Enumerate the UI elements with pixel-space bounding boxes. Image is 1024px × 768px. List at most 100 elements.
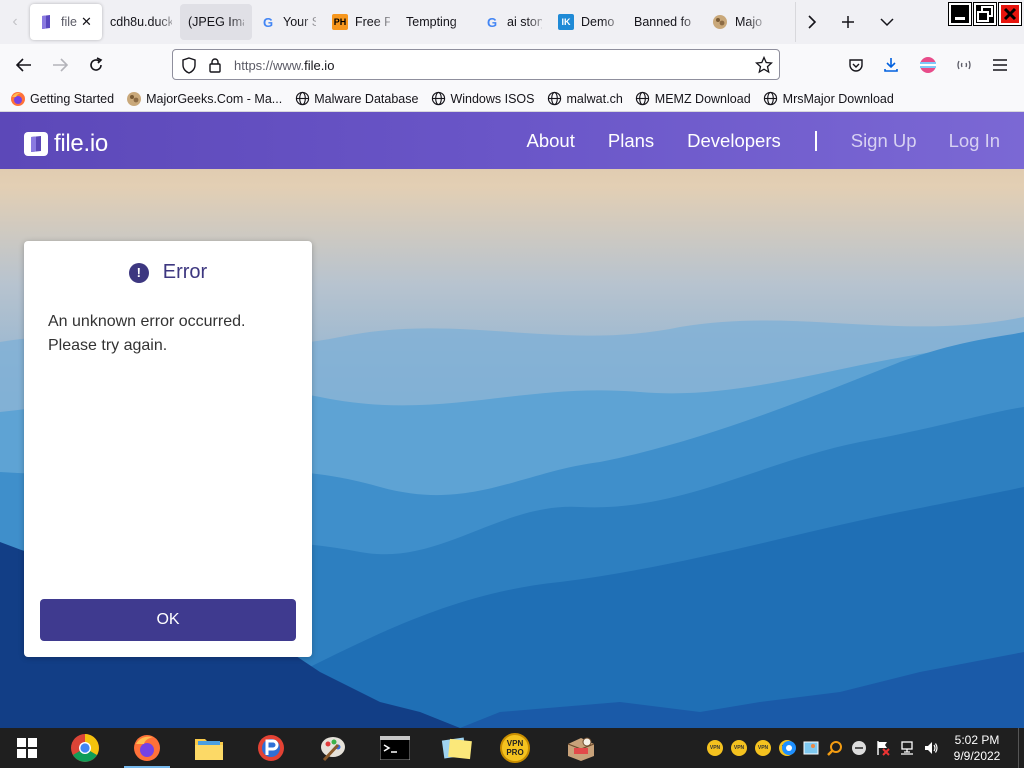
- clock-time: 5:02 PM: [954, 733, 1000, 747]
- taskbar-vpn-pro[interactable]: VPN PRO: [490, 728, 540, 768]
- bookmark-label: MajorGeeks.Com - Ma...: [146, 91, 283, 106]
- firefox-icon: [10, 91, 26, 107]
- tab-free-p[interactable]: PH Free P: [324, 4, 398, 40]
- tab-fileio[interactable]: file.io ✕: [30, 4, 102, 40]
- fileio-logo-icon: [24, 132, 48, 156]
- start-button[interactable]: [2, 728, 52, 768]
- taskbar-firefox[interactable]: [122, 728, 172, 768]
- pocket-icon[interactable]: [842, 51, 870, 79]
- taskbar-app-drive[interactable]: [556, 728, 606, 768]
- navigation-toolbar: https://www.file.io: [0, 44, 1024, 86]
- error-dialog-title: Error: [162, 261, 208, 283]
- nav-plans-link[interactable]: Plans: [608, 130, 654, 152]
- bookmark-label: MEMZ Download: [654, 91, 751, 106]
- notes-icon: [441, 737, 472, 760]
- taskbar-paint[interactable]: [308, 728, 358, 768]
- globe-icon: [294, 91, 310, 107]
- window-close-icon[interactable]: [998, 2, 1022, 26]
- taskbar-sticky-notes[interactable]: [432, 728, 482, 768]
- tray-flag-icon[interactable]: [874, 739, 892, 757]
- clock-date: 9/9/2022: [953, 749, 1001, 763]
- site-nav: About Plans Developers Sign Up Log In: [527, 130, 1000, 152]
- taskbar-clock[interactable]: 5:02 PM 9/9/2022: [946, 732, 1008, 764]
- tab-major[interactable]: Major: [704, 4, 770, 40]
- majorgeeks-icon: [126, 91, 142, 107]
- google-icon: G: [262, 14, 274, 30]
- taskbar-file-explorer[interactable]: [184, 728, 234, 768]
- tray-image-icon[interactable]: [802, 739, 820, 757]
- bookmark-malware-database[interactable]: Malware Database: [294, 91, 418, 107]
- tray-volume-icon[interactable]: [922, 739, 940, 757]
- tab-ai-story[interactable]: G ai story: [476, 4, 550, 40]
- tray-vpn-icon[interactable]: VPN: [730, 739, 748, 757]
- tray-vpn-icon[interactable]: VPN: [754, 739, 772, 757]
- tray-network-icon[interactable]: [898, 739, 916, 757]
- account-icon[interactable]: [914, 51, 942, 79]
- tracking-protection-icon[interactable]: [181, 57, 197, 77]
- page-viewport: file.io About Plans Developers Sign Up L…: [0, 112, 1024, 728]
- tab-close-icon[interactable]: ✕: [81, 14, 92, 30]
- reload-icon[interactable]: [82, 51, 110, 79]
- taskbar: VPN PRO VPN VPN VPN VPN 5:02 PM 9/9/2022: [0, 728, 1024, 768]
- tab-title: file.io: [61, 15, 77, 29]
- ok-button[interactable]: OK: [40, 599, 296, 641]
- bookmark-getting-started[interactable]: Getting Started: [10, 91, 114, 107]
- tab-banned[interactable]: Banned fo: [626, 4, 704, 40]
- tab-jpeg-image[interactable]: (JPEG Image: [180, 4, 252, 40]
- tray-status-icon[interactable]: [850, 739, 868, 757]
- p-app-icon: [258, 735, 284, 761]
- nav-about-link[interactable]: About: [527, 130, 575, 152]
- tray-search-icon[interactable]: [826, 739, 844, 757]
- terminal-icon: [380, 736, 410, 760]
- nav-divider: [814, 131, 817, 151]
- google-icon: G: [486, 14, 498, 30]
- url-prefix: https://www.: [234, 58, 305, 73]
- bookmark-label: Malware Database: [314, 91, 419, 106]
- tray-vpn-icon[interactable]: VPN: [706, 739, 724, 757]
- bookmark-mrsmajor-download[interactable]: MrsMajor Download: [763, 91, 894, 107]
- bookmark-label: Getting Started: [30, 91, 115, 106]
- exclamation-icon: !: [128, 262, 149, 283]
- globe-icon: [547, 91, 563, 107]
- bookmark-memz-download[interactable]: MEMZ Download: [635, 91, 751, 107]
- new-tab-icon[interactable]: [834, 8, 862, 36]
- menu-icon[interactable]: [986, 51, 1014, 79]
- windows-icon: [17, 738, 37, 758]
- taskbar-chrome[interactable]: [60, 728, 110, 768]
- site-logo[interactable]: file.io: [24, 130, 108, 158]
- url-bar[interactable]: https://www.file.io: [172, 49, 780, 80]
- taskbar-app-p[interactable]: [246, 728, 296, 768]
- tray-network-app-icon[interactable]: [780, 739, 798, 757]
- bookmark-malwatch[interactable]: malwat.ch: [547, 91, 623, 107]
- nav-login-link[interactable]: Log In: [949, 130, 1000, 152]
- minimize-icon[interactable]: [948, 2, 972, 26]
- tab-cdh8u[interactable]: cdh8u.duckdns: [102, 4, 180, 40]
- show-desktop-button[interactable]: [1018, 728, 1024, 768]
- paint-icon: [321, 737, 345, 762]
- tab-your-s[interactable]: G Your S: [252, 4, 324, 40]
- folder-icon: [195, 739, 223, 760]
- url-text[interactable]: https://www.file.io: [234, 58, 334, 73]
- taskbar-command-prompt[interactable]: [370, 728, 420, 768]
- bookmark-majorgeeks[interactable]: MajorGeeks.Com - Ma...: [126, 91, 282, 107]
- lock-icon[interactable]: [208, 57, 222, 76]
- tab-title: Tempting: [406, 15, 457, 29]
- nav-signup-link[interactable]: Sign Up: [851, 130, 917, 152]
- globe-icon: [763, 91, 779, 107]
- tab-demo[interactable]: IK Demo: [550, 4, 626, 40]
- restore-icon[interactable]: [973, 2, 997, 26]
- back-icon[interactable]: [10, 51, 38, 79]
- vpn-pro-icon: VPN PRO: [500, 733, 530, 763]
- globe-icon: [635, 91, 651, 107]
- forward-icon[interactable]: [46, 51, 74, 79]
- downloads-icon[interactable]: [877, 51, 905, 79]
- tab-scroll-right-icon[interactable]: [798, 8, 826, 36]
- bookmark-star-icon[interactable]: [754, 55, 774, 77]
- bookmark-label: Windows ISOS: [450, 91, 535, 106]
- extension-icon[interactable]: [950, 51, 978, 79]
- tab-scroll-left-icon[interactable]: ‹: [4, 8, 26, 36]
- nav-developers-link[interactable]: Developers: [687, 130, 781, 152]
- list-all-tabs-icon[interactable]: [873, 8, 901, 36]
- bookmark-windows-isos[interactable]: Windows ISOS: [430, 91, 535, 107]
- tab-tempting[interactable]: Tempting: [398, 4, 476, 40]
